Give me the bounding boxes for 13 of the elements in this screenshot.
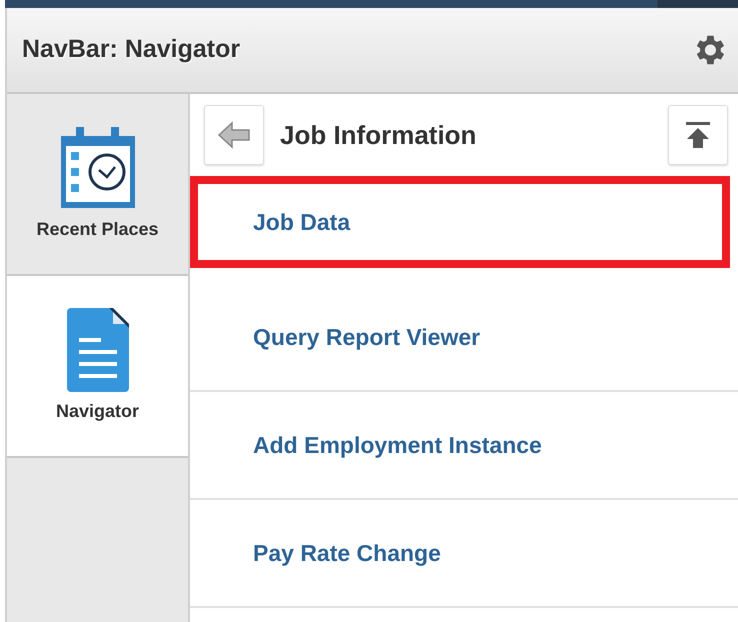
- back-arrow-icon: [217, 121, 251, 149]
- navigator-link[interactable]: Add Employment Instance: [253, 428, 542, 462]
- folder-title: Job Information: [280, 118, 478, 152]
- navigator-link[interactable]: Job Data: [253, 204, 350, 240]
- back-button[interactable]: [204, 105, 264, 165]
- upload-arrow-icon: [685, 121, 711, 149]
- navbar-title: NavBar: Navigator: [22, 34, 240, 66]
- navigator-link[interactable]: Query Report Viewer: [253, 320, 480, 354]
- navigator-link[interactable]: Pay Rate Change: [253, 536, 441, 570]
- scroll-to-top-button[interactable]: [668, 105, 728, 165]
- document-icon: [66, 308, 128, 392]
- nav-tab[interactable]: Navigator: [7, 276, 188, 458]
- calendar-clock-icon: [58, 126, 136, 210]
